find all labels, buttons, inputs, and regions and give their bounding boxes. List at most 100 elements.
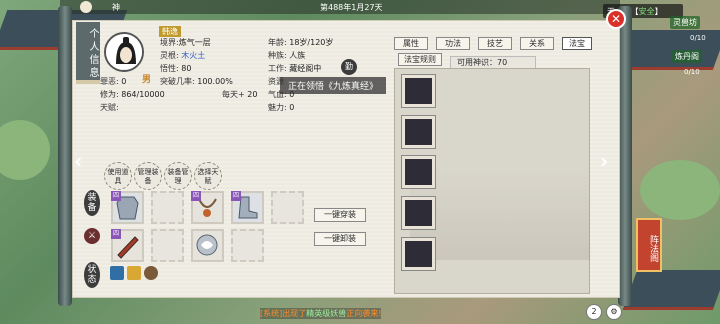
equip-slot-talisman[interactable]: [191, 229, 224, 262]
equip-slot-empty[interactable]: [231, 229, 264, 262]
character-name: 韩逸: [159, 26, 181, 37]
treasure-slot[interactable]: [402, 238, 435, 270]
comprehension-row: 悟性: 80: [160, 63, 191, 74]
tab-treasure[interactable]: 法宝: [562, 37, 592, 50]
equipment-management-button[interactable]: 装备管理: [164, 162, 192, 190]
tree-decoration: [640, 160, 720, 220]
treasure-rules-button[interactable]: 法宝规则: [398, 53, 442, 66]
close-button[interactable]: ✕: [606, 9, 626, 29]
evil-value: 0: [121, 77, 127, 86]
age-value: 18岁/120岁: [289, 38, 334, 47]
status-buff-icon[interactable]: [110, 266, 124, 280]
charm-row: 魅力: 0: [268, 102, 294, 113]
evil-label: 罪恶:: [100, 77, 119, 86]
equip-slot-empty[interactable]: [271, 191, 304, 224]
map-value: 0/10: [684, 68, 700, 76]
top-left-text: 神: [112, 3, 120, 12]
per-day-label: 每天+: [222, 90, 245, 99]
chat-tail: 正向袭来!: [346, 309, 382, 318]
per-day-row: 每天+ 20: [222, 89, 257, 100]
manage-equipment-button[interactable]: 管理装备: [134, 162, 162, 190]
tab-relations[interactable]: 关系: [520, 37, 554, 50]
prev-arrow-icon[interactable]: ‹: [74, 150, 88, 172]
age-row: 年龄: 18岁/120岁: [268, 37, 333, 48]
equip-slot-weapon[interactable]: 四: [111, 229, 144, 262]
equip-tier-tag: 四: [191, 191, 201, 201]
charm-value: 0: [289, 103, 295, 112]
one-key-unwear-button[interactable]: 一键卸装: [314, 232, 366, 246]
talent-row: 天赋:: [100, 102, 119, 113]
equip-slot-boots[interactable]: 四: [231, 191, 264, 224]
one-key-wear-button[interactable]: 一键穿装: [314, 208, 366, 222]
talisman-icon: [196, 234, 218, 256]
status-buff-icon[interactable]: [127, 266, 141, 280]
cultivation-value: 864/10000: [121, 90, 165, 99]
weapon-icon: ⚔: [84, 228, 100, 244]
game-date: 第488年1月27天: [320, 3, 383, 12]
treasure-slot[interactable]: [402, 116, 435, 148]
comprehension-value: 80: [181, 64, 192, 73]
status-buff-icon[interactable]: [144, 266, 158, 280]
scroll-rod-right: [618, 6, 632, 306]
comprehension-label: 悟性:: [160, 64, 179, 73]
equip-section-label: 装备: [84, 190, 100, 216]
status-section-label: 状态: [84, 262, 100, 288]
root-row: 灵根: 木火土: [160, 50, 205, 61]
system-chat-line: [系统]出现了精英级妖兽正向袭来!: [260, 308, 382, 319]
settings-icon[interactable]: ⚙: [606, 304, 622, 320]
charm-label: 魅力:: [268, 103, 287, 112]
talent-label: 天赋:: [100, 103, 119, 112]
root-value: 木火土: [181, 51, 206, 60]
equip-slot-armor[interactable]: 四: [111, 191, 144, 224]
treasure-slot[interactable]: [402, 197, 435, 229]
root-label: 灵根:: [160, 51, 179, 60]
treasure-slot[interactable]: [402, 75, 435, 107]
treasure-slot[interactable]: [402, 156, 435, 188]
toast-message: 正在领悟《九炼真经》: [280, 77, 387, 94]
scroll-rod-left: [58, 6, 72, 306]
race-label: 种族:: [268, 51, 287, 60]
mountain-backdrop: [410, 170, 590, 260]
tab-skills[interactable]: 技艺: [478, 37, 512, 50]
equip-tier-tag: 四: [231, 191, 241, 201]
top-status-bar: 神 第488年1月27天: [60, 0, 620, 14]
use-item-button[interactable]: 使用道具: [104, 162, 132, 190]
work-value: 藏经阁中: [289, 64, 322, 73]
avatar: [104, 32, 144, 72]
safe-status: 安全: [638, 7, 655, 16]
breakthrough-label: 突破几率:: [160, 77, 195, 86]
race-value: 人族: [289, 51, 306, 60]
tab-techniques[interactable]: 功法: [436, 37, 470, 50]
chat-highlight: 精英级妖兽: [306, 309, 347, 318]
side-tab-personal-info[interactable]: 个人信息: [76, 22, 100, 84]
work-row: 工作: 藏经阁中: [268, 63, 321, 74]
equip-slot-empty[interactable]: [151, 191, 184, 224]
breakthrough-value: 100.00%: [197, 77, 233, 86]
age-label: 年龄:: [268, 38, 287, 47]
realm-value: 炼气一层: [178, 38, 211, 47]
roof-decoration: [622, 270, 720, 310]
tab-attributes[interactable]: 属性: [394, 37, 428, 50]
chat-prefix: [系统]: [260, 309, 283, 318]
next-arrow-icon[interactable]: ›: [600, 150, 614, 172]
cultivation-label: 修为:: [100, 90, 119, 99]
equip-tier-tag: 四: [111, 191, 121, 201]
equip-slot-necklace[interactable]: 四: [191, 191, 224, 224]
map-value: 0/10: [690, 34, 706, 42]
chat-mid: 出现了: [282, 309, 307, 318]
equip-slot-empty[interactable]: [151, 229, 184, 262]
equip-tier-tag: 四: [111, 229, 121, 239]
realm-label: 境界:: [160, 38, 179, 47]
gender-label: 男: [142, 75, 152, 85]
cultivation-row: 修为: 864/10000: [100, 89, 165, 100]
breakthrough-row: 突破几率: 100.00%: [160, 76, 233, 87]
work-label: 工作:: [268, 64, 287, 73]
page-count-button[interactable]: 2: [586, 304, 602, 320]
choose-talent-button[interactable]: 选择天赋: [194, 162, 222, 190]
season-icon: [80, 1, 92, 13]
realm-row: 境界:炼气一层: [160, 37, 211, 48]
map-label-alchemy[interactable]: 炼丹阁: [672, 50, 702, 63]
map-label-beast[interactable]: 灵兽坊: [670, 16, 700, 29]
formation-pavilion-banner[interactable]: 阵法阁: [636, 218, 662, 272]
work-badge[interactable]: 勤: [341, 59, 357, 75]
